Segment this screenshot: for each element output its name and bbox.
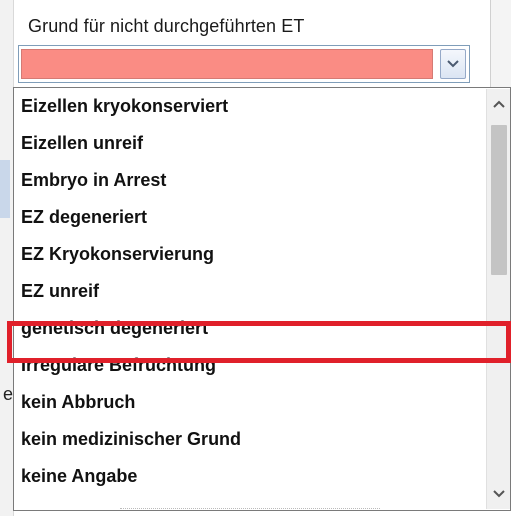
background-control-fragment bbox=[0, 160, 10, 218]
background-fragment bbox=[120, 508, 380, 516]
dropdown-scrollbar[interactable] bbox=[486, 89, 510, 509]
list-item[interactable]: EZ degeneriert bbox=[14, 199, 474, 236]
scroll-thumb[interactable] bbox=[491, 125, 507, 275]
chevron-down-icon bbox=[493, 490, 505, 498]
list-item[interactable]: EZ Kryokonservierung bbox=[14, 236, 474, 273]
list-item[interactable]: kein medizinischer Grund bbox=[14, 421, 474, 458]
scroll-down-button[interactable] bbox=[487, 479, 511, 509]
panel-left-edge bbox=[0, 0, 14, 516]
panel-right-edge bbox=[490, 0, 511, 100]
combobox-dropdown-button[interactable] bbox=[440, 49, 466, 79]
list-item[interactable]: Eizellen kryokonserviert bbox=[14, 88, 474, 125]
chevron-down-icon bbox=[447, 60, 459, 68]
list-item[interactable]: kein Abbruch bbox=[14, 384, 474, 421]
list-item[interactable]: keine Angabe bbox=[14, 458, 474, 495]
reason-combobox-field[interactable] bbox=[21, 49, 433, 79]
scroll-up-button[interactable] bbox=[487, 89, 511, 119]
dropdown-list[interactable]: Eizellen kryokonserviert Eizellen unreif… bbox=[13, 87, 511, 511]
chevron-up-icon bbox=[493, 100, 505, 108]
highlight-annotation-box bbox=[7, 321, 511, 363]
list-item[interactable]: Embryo in Arrest bbox=[14, 162, 474, 199]
background-text-fragment: e bbox=[3, 384, 14, 404]
list-item[interactable]: EZ unreif bbox=[14, 273, 474, 310]
field-label: Grund für nicht durchgeführten ET bbox=[28, 16, 305, 36]
reason-combobox[interactable] bbox=[18, 45, 470, 83]
list-item[interactable]: Eizellen unreif bbox=[14, 125, 474, 162]
